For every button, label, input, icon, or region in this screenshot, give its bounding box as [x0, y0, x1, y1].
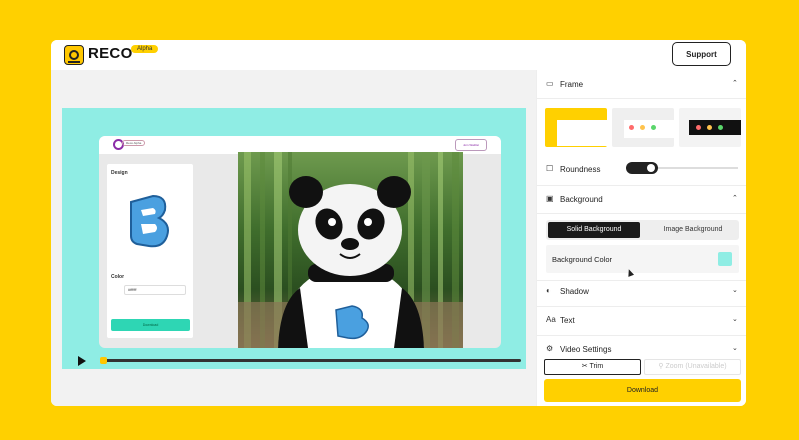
- shadow-icon: ◐: [546, 286, 551, 295]
- frame-label: Frame: [560, 80, 584, 89]
- frame-option-plain[interactable]: [545, 108, 607, 147]
- preview-stage: Reco Alpha Join Waitlist Design Color #f…: [62, 108, 526, 369]
- text-icon: Aa: [546, 315, 556, 324]
- preview-design-label: Design: [111, 170, 128, 176]
- roundness-toggle[interactable]: [626, 162, 658, 174]
- play-icon[interactable]: [78, 356, 86, 366]
- frame-icon: ▭: [546, 79, 554, 88]
- background-color-label: Background Color: [552, 255, 613, 264]
- video-settings-label: Video Settings: [560, 345, 612, 354]
- background-color-swatch[interactable]: [718, 252, 732, 266]
- preview-color-field: #ffffff: [124, 285, 186, 295]
- chevron-down-icon: ⌄: [732, 316, 738, 323]
- image-background-tab[interactable]: Image Background: [650, 222, 736, 238]
- playback-bar: [73, 354, 526, 368]
- preview-color-label: Color: [111, 274, 125, 280]
- divider: [537, 213, 746, 214]
- download-button[interactable]: Download: [544, 379, 741, 402]
- settings-icon: ⚙: [546, 344, 554, 353]
- background-type-toggle: Solid Background Image Background: [546, 220, 739, 240]
- text-label: Text: [560, 316, 575, 325]
- chevron-up-icon: ⌃: [732, 80, 738, 87]
- solid-background-tab[interactable]: Solid Background: [548, 222, 640, 238]
- settings-panel: ▭ Frame ⌃ ☐ Roundness ▣ Background ⌃ Sol…: [536, 70, 746, 406]
- timeline-track[interactable]: [102, 359, 521, 362]
- canvas-area: Reco Alpha Join Waitlist Design Color #f…: [51, 70, 536, 406]
- shadow-label: Shadow: [560, 287, 589, 296]
- brand-name: RECO: [88, 45, 133, 62]
- chevron-down-icon: ⌄: [732, 345, 738, 352]
- zoom-label: Zoom (Unavailable): [665, 363, 727, 370]
- preview-window: Reco Alpha Join Waitlist Design Color #f…: [99, 136, 501, 348]
- zoom-button[interactable]: ⚲ Zoom (Unavailable): [644, 359, 741, 375]
- preview-badge: Reco Alpha: [122, 140, 146, 146]
- frame-option-light[interactable]: [612, 108, 674, 147]
- divider: [537, 185, 746, 186]
- top-bar: RECO Alpha Support: [51, 40, 746, 70]
- panda-illustration: [238, 152, 463, 348]
- roundness-slider-track[interactable]: [658, 167, 738, 169]
- chevron-down-icon: ⌄: [732, 287, 738, 294]
- preview-download-button: Download: [111, 319, 190, 331]
- preview-side-card: Design Color #ffffff Download: [107, 164, 193, 338]
- support-button[interactable]: Support: [672, 42, 731, 66]
- checkbox-icon[interactable]: ☐: [546, 164, 553, 173]
- background-color-row: Background Color: [546, 245, 739, 273]
- chevron-up-icon: ⌃: [732, 195, 738, 202]
- app-window: RECO Alpha Support Reco Alpha Join Waitl…: [51, 40, 746, 406]
- reco-shape-logo-icon: [130, 194, 169, 248]
- divider: [537, 280, 746, 281]
- divider: [537, 306, 746, 307]
- edit-mode-row: ✂ Trim ⚲ Zoom (Unavailable): [544, 359, 741, 375]
- divider: [537, 335, 746, 336]
- roundness-label: Roundness: [560, 165, 601, 174]
- alpha-badge: Alpha: [131, 45, 159, 53]
- image-icon: ▣: [546, 194, 554, 203]
- frame-option-dark[interactable]: [679, 108, 741, 147]
- background-label: Background: [560, 195, 603, 204]
- preview-header-button: Join Waitlist: [455, 139, 487, 151]
- trim-button[interactable]: ✂ Trim: [544, 359, 641, 375]
- trim-label: Trim: [589, 363, 604, 370]
- panda-photo: [238, 152, 463, 348]
- divider: [537, 98, 746, 99]
- camera-logo-icon: [64, 45, 84, 65]
- timeline-thumb[interactable]: [100, 357, 107, 364]
